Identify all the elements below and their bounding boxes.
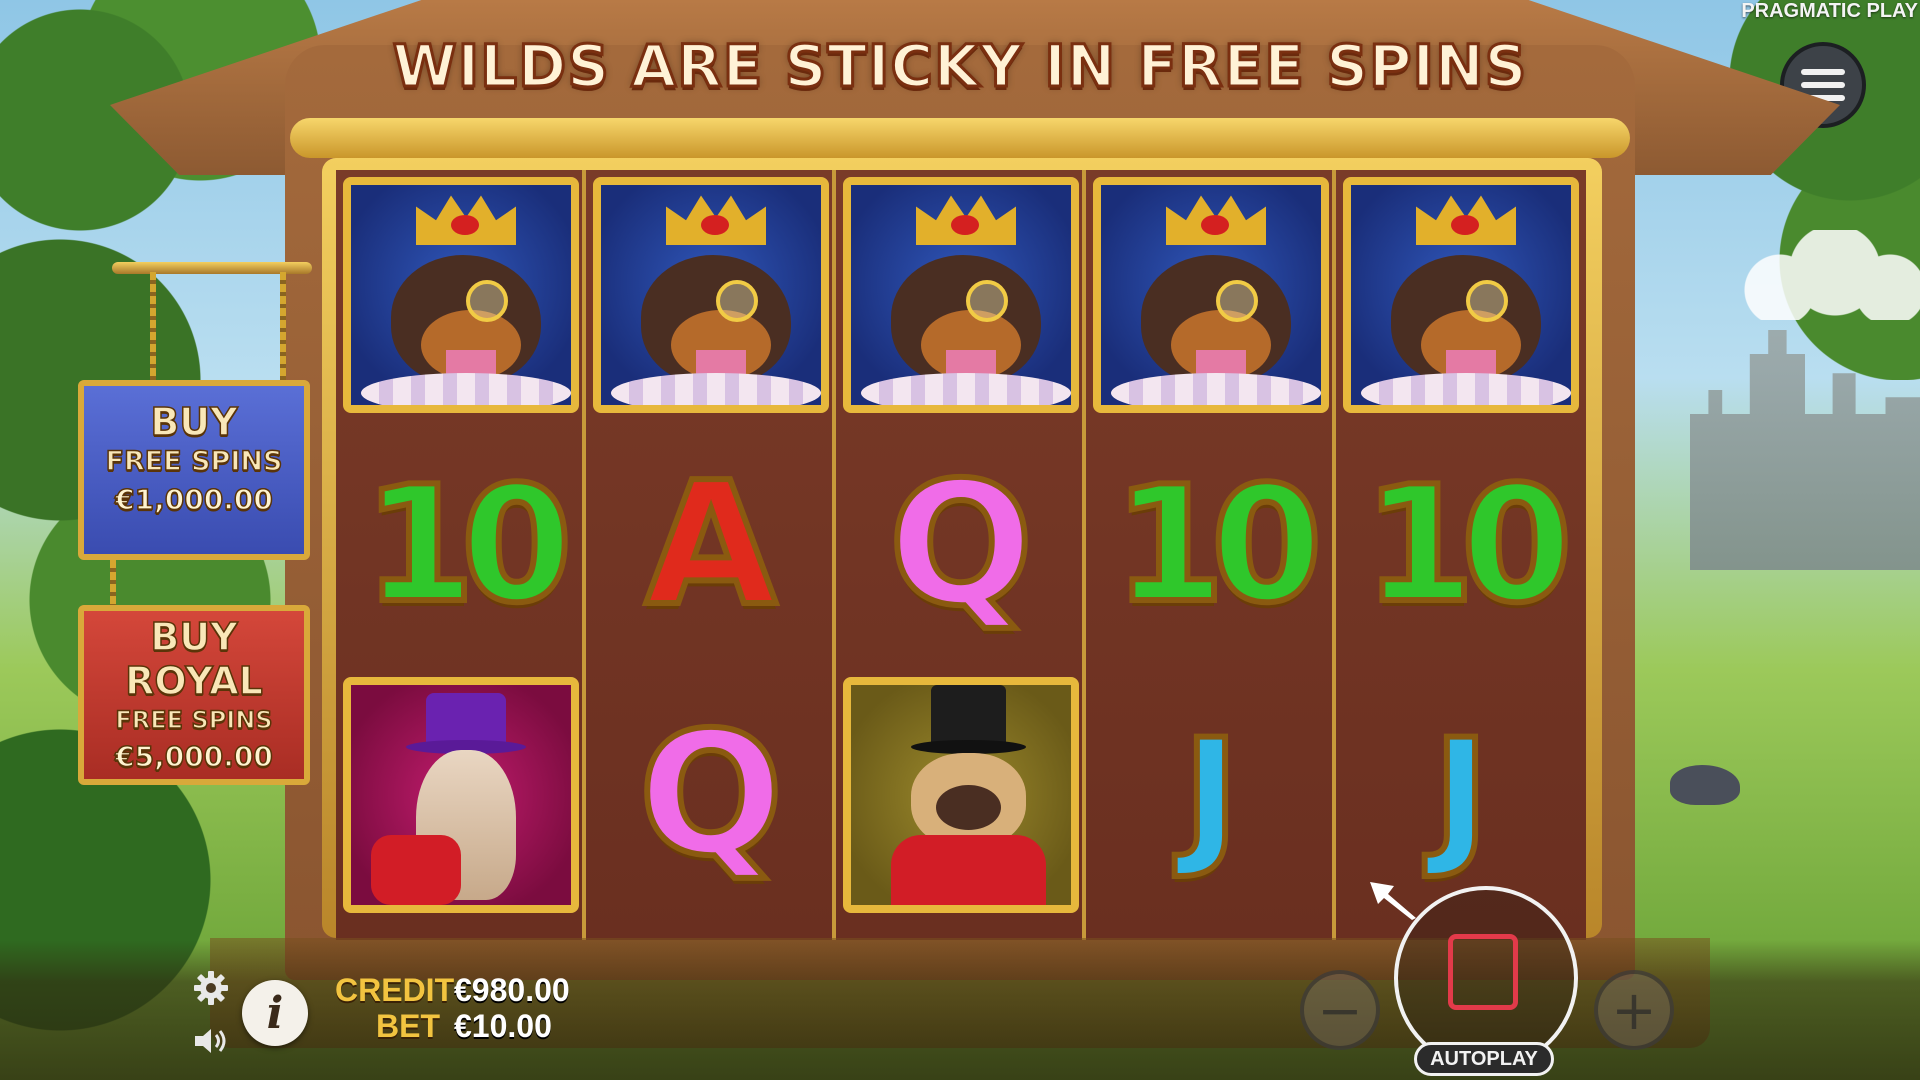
autoplay-button[interactable]: AUTOPLAY xyxy=(1414,1042,1554,1076)
reel-cell: 10 xyxy=(1086,420,1336,670)
menu-icon-bar xyxy=(1801,69,1845,75)
reel-cell xyxy=(836,170,1086,420)
crown-gem xyxy=(701,215,729,235)
ten-symbol: 10 xyxy=(1361,451,1576,638)
reel-5: 10 J xyxy=(1336,170,1586,940)
decrease-bet-button[interactable]: − xyxy=(1300,970,1380,1050)
monocle-icon xyxy=(1216,280,1258,322)
monocle-icon xyxy=(1466,280,1508,322)
king-wild-symbol xyxy=(1343,177,1579,413)
credit-value: €980.00 xyxy=(454,972,570,1008)
buy-royal-price: €5,000.00 xyxy=(114,739,273,774)
red-coat xyxy=(371,835,461,905)
king-wild-symbol xyxy=(1093,177,1329,413)
red-coat xyxy=(891,835,1046,905)
crown-gem xyxy=(451,215,479,235)
reel-cell: Q xyxy=(836,420,1086,670)
sign-chain xyxy=(280,272,286,382)
diva-dog-symbol xyxy=(343,677,579,913)
bet-label: BET xyxy=(376,1008,440,1044)
reel-1: 10 xyxy=(336,170,586,940)
crown-gem xyxy=(951,215,979,235)
reel-4: 10 J xyxy=(1086,170,1336,940)
free-spins-label: FREE SPINS xyxy=(115,705,274,735)
monocle-icon xyxy=(466,280,508,322)
ace-symbol: A xyxy=(642,446,780,644)
jack-symbol: J xyxy=(1180,708,1242,882)
buy-free-spins-button[interactable]: BUY FREE SPINS €1,000.00 xyxy=(78,380,310,560)
reel-3: Q xyxy=(836,170,1086,940)
menu-icon-bar xyxy=(1801,82,1845,88)
crown-gem xyxy=(1451,215,1479,235)
gear-icon[interactable] xyxy=(193,970,229,1006)
king-wild-symbol xyxy=(343,177,579,413)
reel-cell xyxy=(336,670,586,920)
credit-meter: CREDIT€980.00 xyxy=(335,972,570,1008)
dog-ruff xyxy=(1361,373,1571,405)
sign-chain xyxy=(150,272,156,382)
ten-symbol: 10 xyxy=(1111,451,1326,638)
dog-ruff xyxy=(361,373,571,405)
crown-gem xyxy=(1201,215,1229,235)
buy-label: BUY xyxy=(150,399,239,445)
credit-label: CREDIT xyxy=(335,972,455,1008)
reel-cell: 10 xyxy=(1336,420,1586,670)
banner-title: WILDS ARE STICKY IN FREE SPINS xyxy=(391,31,1528,102)
stop-icon xyxy=(1448,934,1518,1010)
reel-cell: A xyxy=(586,420,836,670)
brand-label: PRAGMATIC PLAY xyxy=(1741,0,1918,22)
reel-cell xyxy=(836,670,1086,920)
ten-symbol: 10 xyxy=(361,451,576,638)
background-cloud xyxy=(1740,230,1920,320)
dog-ruff xyxy=(611,373,821,405)
monocle-icon xyxy=(716,280,758,322)
queen-symbol: Q xyxy=(636,696,787,894)
dog-ruff xyxy=(861,373,1071,405)
reel-grid: 10 A Q Q 10 J 10 J xyxy=(336,170,1586,940)
reel-2: A Q xyxy=(586,170,836,940)
buy-royal-free-spins-button[interactable]: BUY ROYAL FREE SPINS €5,000.00 xyxy=(78,605,310,785)
dog-ruff xyxy=(1111,373,1321,405)
reel-cell: J xyxy=(1086,670,1336,920)
buy-label: BUY xyxy=(150,614,239,660)
king-wild-symbol xyxy=(843,177,1079,413)
bet-meter: BET €10.00 xyxy=(335,1008,552,1044)
roof-trim xyxy=(290,118,1630,158)
info-button[interactable]: i xyxy=(242,980,308,1046)
reel-cell xyxy=(586,170,836,420)
speaker-icon[interactable] xyxy=(193,1025,229,1057)
free-spins-label: FREE SPINS xyxy=(105,445,283,478)
monocle-icon xyxy=(966,280,1008,322)
sign-chain xyxy=(110,560,116,608)
hat-brim xyxy=(911,740,1026,754)
royal-label: ROYAL xyxy=(124,658,263,704)
bet-value: €10.00 xyxy=(454,1008,552,1044)
pug-mask xyxy=(936,785,1001,830)
jack-symbol: J xyxy=(1430,708,1492,882)
reel-cell xyxy=(1086,170,1336,420)
reel-cell: 10 xyxy=(336,420,586,670)
reel-cell xyxy=(336,170,586,420)
reel-cell xyxy=(1336,170,1586,420)
queen-symbol: Q xyxy=(886,446,1037,644)
king-wild-symbol xyxy=(593,177,829,413)
increase-bet-button[interactable]: + xyxy=(1594,970,1674,1050)
background-rabbit xyxy=(1670,765,1740,805)
spin-arrow-icon xyxy=(1370,882,1416,920)
top-hat-icon xyxy=(931,685,1006,745)
reel-cell: Q xyxy=(586,670,836,920)
pug-dog-symbol xyxy=(843,677,1079,913)
buy-free-spins-price: €1,000.00 xyxy=(114,482,273,517)
